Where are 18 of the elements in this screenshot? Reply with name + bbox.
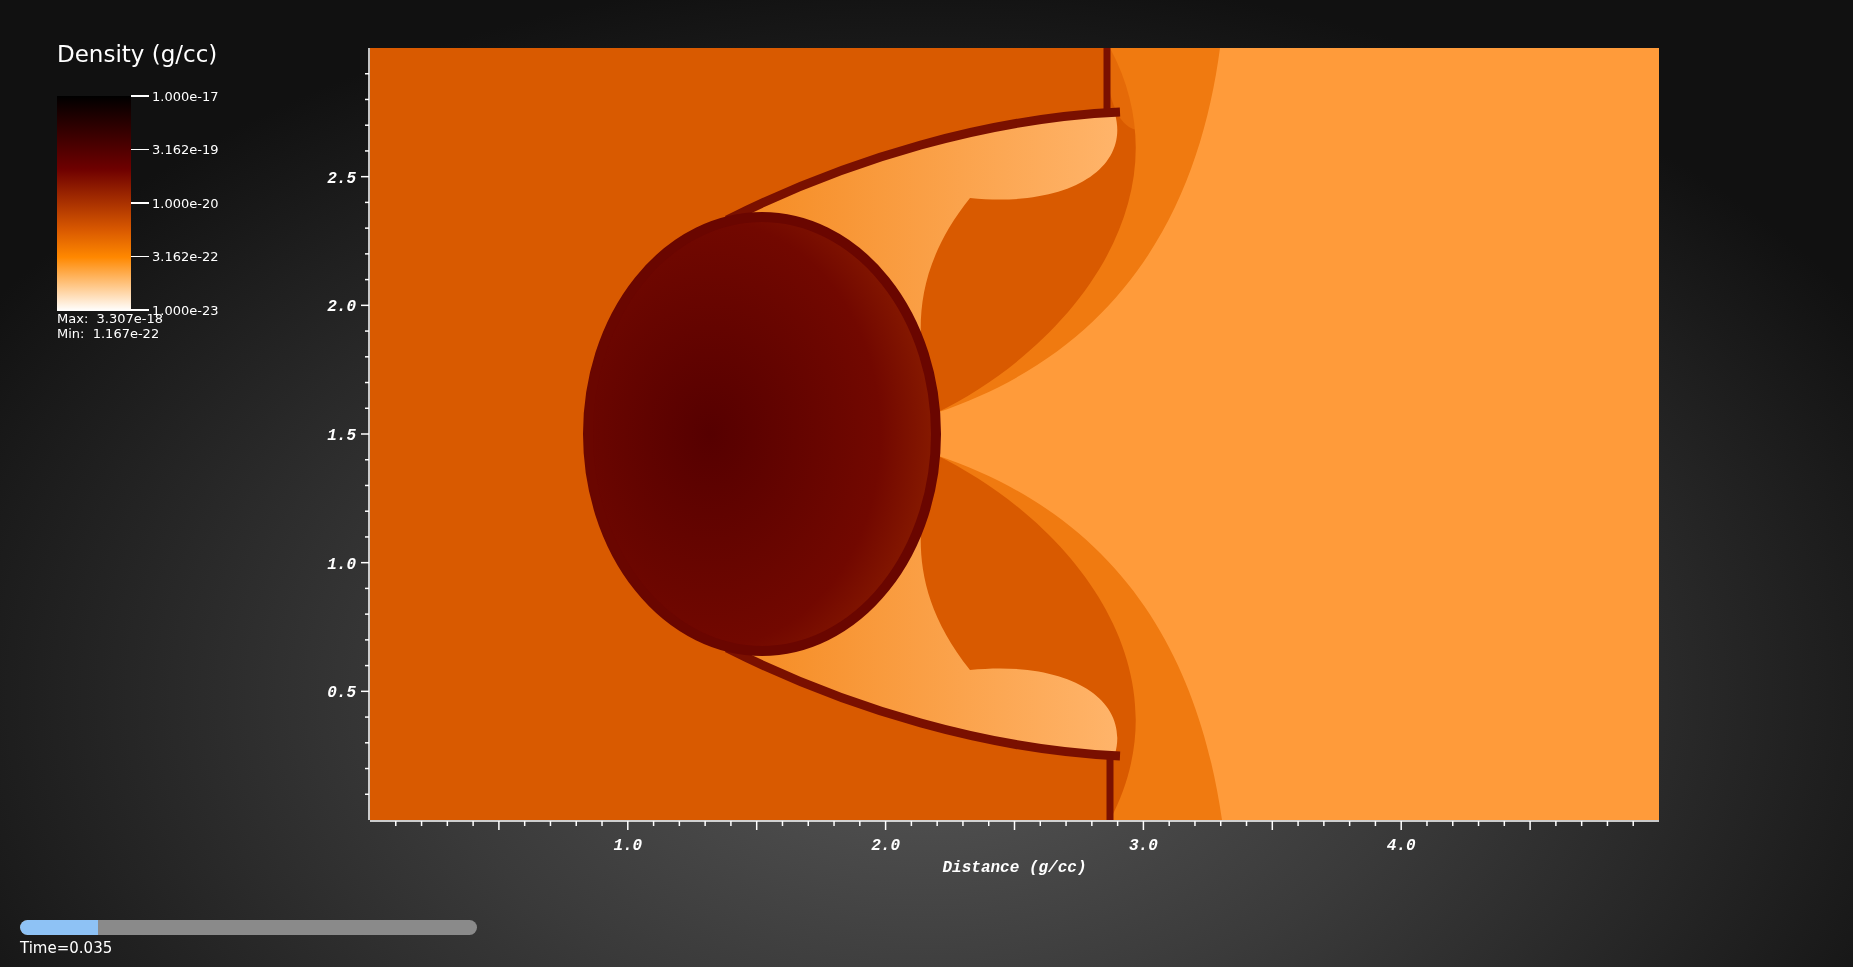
- axis-tick-label: 1.0: [613, 837, 643, 855]
- axis-tick-label: 1.0: [327, 555, 356, 574]
- legend-tick-label: 3.162e-19: [152, 142, 219, 157]
- axis-tick-label: 0.5: [327, 684, 356, 703]
- time-label: Time=0.035: [20, 939, 114, 957]
- axis-tick-label: 2.0: [327, 298, 356, 317]
- legend-tick-label: 1.000e-17: [152, 88, 219, 104]
- time-slider[interactable]: [20, 920, 477, 935]
- legend-tick-label: 3.162e-22: [152, 249, 219, 264]
- axis-tick-label: 1.5: [327, 427, 356, 445]
- axis-tick-label: 3.0: [1129, 837, 1158, 855]
- axis-tick-label: 2.5: [327, 169, 356, 188]
- legend-title: Density (g/cc): [57, 40, 219, 68]
- min-value: Min: 1.167e-22: [57, 326, 161, 341]
- axis-tick-label: 2.0: [871, 837, 900, 855]
- axis-tick-label: 4.0: [1386, 837, 1416, 855]
- legend-tick-label: 1.000e-20: [152, 195, 219, 211]
- axis-title: Distance (g/cc): [942, 859, 1087, 877]
